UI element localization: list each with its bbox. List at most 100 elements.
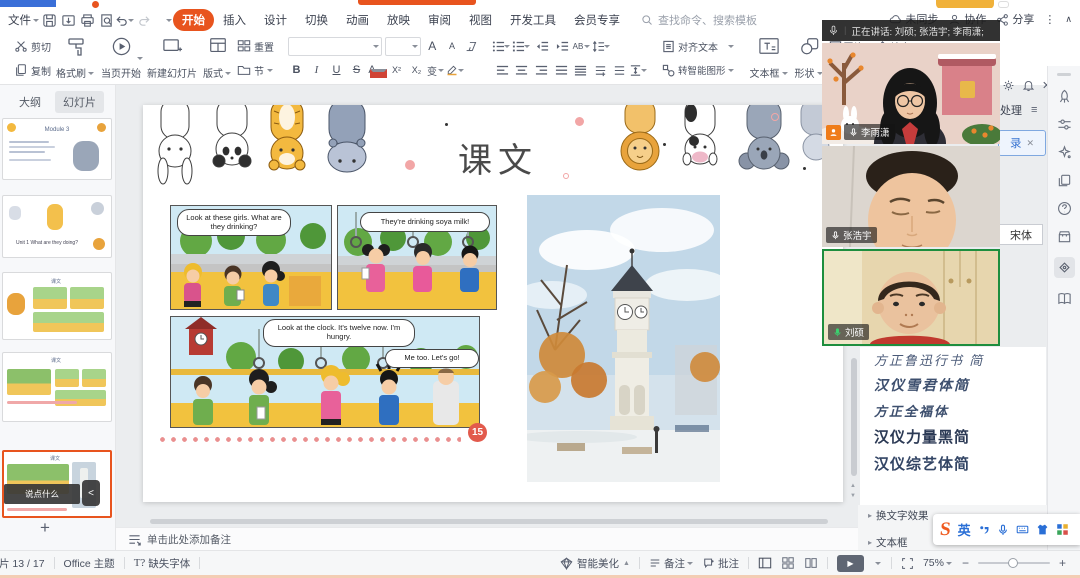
slide-thumbnail-10[interactable]: Unit 1 What are they doing?: [2, 195, 112, 258]
share-button[interactable]: 分享: [996, 11, 1034, 27]
highlight-button[interactable]: [448, 61, 465, 79]
tab-design[interactable]: 设计: [255, 9, 296, 31]
skin-icon[interactable]: [1036, 523, 1049, 536]
copy-button[interactable]: 复制: [14, 60, 51, 80]
strikethrough-button[interactable]: S: [348, 61, 365, 79]
align-text-button[interactable]: 对齐文本: [662, 36, 735, 56]
fit-slide-icon[interactable]: [901, 557, 914, 570]
subscript-button[interactable]: X₂: [408, 61, 425, 79]
align-center-icon[interactable]: [514, 61, 531, 79]
normal-view-icon[interactable]: [758, 556, 772, 570]
cut-button[interactable]: 剪切: [14, 36, 51, 56]
sogou-logo[interactable]: S: [939, 519, 952, 541]
increase-indent-icon[interactable]: [554, 37, 571, 55]
comic-panel-2[interactable]: They're drinking soya milk!: [337, 205, 497, 310]
superscript-button[interactable]: X²: [388, 61, 405, 79]
justify-icon[interactable]: [553, 61, 570, 79]
undo-icon[interactable]: [116, 11, 135, 30]
command-search[interactable]: 查找命令、搜索模板: [641, 12, 757, 28]
comic-panel-1[interactable]: Look at these girls. What are they drink…: [170, 205, 332, 310]
bell-icon[interactable]: [1022, 79, 1035, 92]
video-participant-1[interactable]: 李雨潇: [822, 43, 1000, 144]
prev-slide-button[interactable]: ▲: [850, 482, 856, 490]
clock-tower-photo[interactable]: [527, 195, 720, 482]
effects-star-icon[interactable]: [1057, 145, 1072, 160]
next-slide-button[interactable]: ▼: [850, 492, 856, 500]
text-effect-button[interactable]: 变: [428, 61, 445, 79]
slide-thumbnail-9[interactable]: Module 3: [2, 118, 112, 180]
slide-13[interactable]: 课文 Look at these girls. What are they dr…: [143, 105, 843, 502]
zoom-out-icon[interactable]: −: [962, 556, 969, 570]
add-slide-button[interactable]: +: [40, 518, 50, 538]
video-participant-3-speaking[interactable]: 刘硕: [822, 249, 1000, 346]
new-slide-button[interactable]: 新建幻灯片: [144, 35, 200, 81]
theme-name[interactable]: Office 主题: [64, 556, 115, 571]
template-store-icon[interactable]: [1057, 229, 1072, 244]
print-icon[interactable]: [78, 11, 97, 30]
rail-drag-handle[interactable]: [1057, 73, 1071, 76]
tab-transition[interactable]: 切换: [296, 9, 337, 31]
tab-review[interactable]: 审阅: [419, 9, 460, 31]
comment-button[interactable]: 批注: [703, 556, 739, 571]
reading-book-icon[interactable]: [1057, 291, 1072, 306]
slide-thumbnail-11[interactable]: 课文: [2, 272, 112, 340]
clear-format-icon[interactable]: [463, 37, 480, 55]
font-size-select[interactable]: [385, 37, 420, 56]
decrease-font-icon[interactable]: A: [444, 37, 461, 55]
tab-animation[interactable]: 动画: [337, 9, 378, 31]
tab-outline[interactable]: 大纲: [11, 91, 49, 113]
font-list-item[interactable]: 汉仪雪君体简: [860, 372, 1046, 398]
font-list-item[interactable]: 方正全福体: [860, 398, 1046, 423]
font-color-button[interactable]: A: [368, 61, 385, 79]
punctuation-icon[interactable]: [978, 524, 990, 536]
zoom-in-icon[interactable]: +: [1059, 556, 1066, 570]
duplicate-pages-icon[interactable]: [1057, 173, 1072, 188]
underline-button[interactable]: U: [328, 61, 345, 79]
soft-keyboard-icon[interactable]: [1016, 523, 1029, 536]
ime-mode-indicator[interactable]: 英: [958, 520, 971, 539]
para-spacing-icon[interactable]: [631, 61, 648, 79]
gear-icon[interactable]: [1002, 79, 1015, 92]
bullets-icon[interactable]: [494, 37, 511, 55]
save-icon[interactable]: [40, 11, 59, 30]
redo-icon[interactable]: [135, 11, 154, 30]
comic-panel-3[interactable]: Look at the clock. It's twelve now. I'm …: [170, 316, 480, 428]
para-spacing-remove-icon[interactable]: [611, 61, 628, 79]
play-from-page-button[interactable]: 当页开始: [98, 35, 144, 81]
export-icon[interactable]: [59, 11, 78, 30]
section-button[interactable]: 节: [237, 60, 274, 80]
layout-button[interactable]: 版式: [200, 35, 235, 81]
line-spacing-icon[interactable]: [594, 37, 611, 55]
slide-sorter-icon[interactable]: [781, 556, 795, 570]
tab-slideshow[interactable]: 放映: [378, 9, 419, 31]
record-tab-close-icon[interactable]: ✕: [1026, 138, 1034, 149]
font-list-item[interactable]: 汉仪综艺体简: [860, 450, 1046, 477]
more-menu-icon[interactable]: ⋮: [1044, 13, 1055, 26]
to-smartart-button[interactable]: 转智能图形: [662, 60, 735, 80]
font-list-item[interactable]: 汉仪力量黑简: [860, 423, 1046, 450]
rocket-tools-icon[interactable]: [1057, 89, 1072, 104]
customize-toolbar-icon[interactable]: [154, 11, 173, 30]
reading-view-icon[interactable]: [804, 556, 818, 570]
para-spacing-add-icon[interactable]: [592, 61, 609, 79]
tab-view[interactable]: 视图: [460, 9, 501, 31]
notes-button[interactable]: 备注: [649, 556, 694, 571]
canvas-horizontal-scrollbar[interactable]: [150, 519, 828, 524]
missing-font-indicator[interactable]: T?缺失字体: [134, 556, 191, 571]
notes-bar[interactable]: 单击此处添加备注: [116, 527, 858, 550]
current-font-box[interactable]: 宋体: [999, 224, 1043, 245]
reset-button[interactable]: 重置: [237, 36, 274, 56]
slide-thumbnail-12[interactable]: 课文: [2, 352, 112, 422]
zoom-level[interactable]: 75%: [923, 557, 953, 569]
distribute-icon[interactable]: [572, 61, 589, 79]
adjust-sliders-icon[interactable]: [1057, 117, 1072, 132]
zoom-slider[interactable]: [978, 562, 1050, 564]
zoom-slider-knob[interactable]: [1008, 558, 1018, 568]
tab-insert[interactable]: 插入: [214, 9, 255, 31]
collapse-ribbon-icon[interactable]: ∧: [1065, 14, 1072, 25]
decrease-indent-icon[interactable]: [534, 37, 551, 55]
tab-member[interactable]: 会员专享: [565, 9, 629, 31]
italic-button[interactable]: I: [308, 61, 325, 79]
align-left-icon[interactable]: [494, 61, 511, 79]
slide-title[interactable]: 课文: [443, 133, 553, 182]
